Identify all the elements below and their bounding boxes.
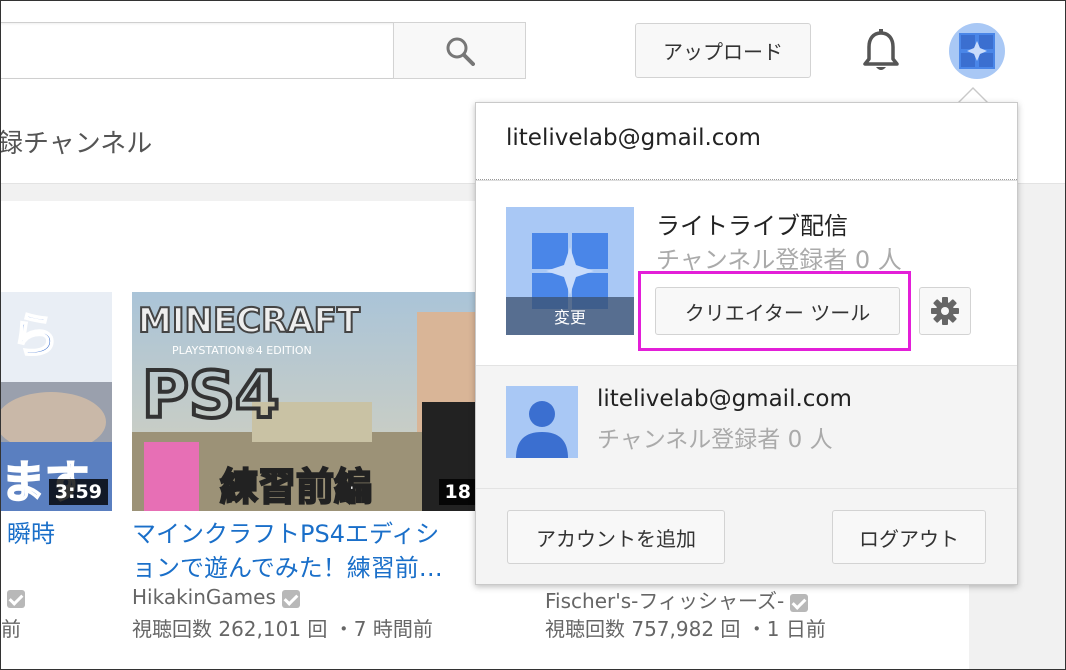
video-title[interactable]: 瞬時 xyxy=(7,517,55,551)
svg-text:PLAYSTATION®4 EDITION: PLAYSTATION®4 EDITION xyxy=(172,344,312,357)
secondary-account-email: litelivelab@gmail.com xyxy=(597,386,852,412)
channel-subscriber-count: チャンネル登録者 0 人 xyxy=(656,246,902,274)
highlight-box xyxy=(638,271,911,351)
search-icon xyxy=(446,37,475,66)
add-account-button[interactable]: アカウントを追加 xyxy=(507,510,725,564)
video-channel[interactable]: HikakinGames xyxy=(132,585,300,609)
dropdown-footer: アカウントを追加 ログアウト xyxy=(476,489,1017,584)
subscriptions-tab[interactable]: 録チャンネル xyxy=(1,123,152,160)
settings-button[interactable] xyxy=(919,287,971,335)
bell-icon[interactable] xyxy=(861,29,901,73)
video-channel[interactable] xyxy=(1,585,25,609)
thumbnail-text: 練習前編 xyxy=(220,465,372,509)
gear-icon xyxy=(931,297,959,325)
channel-name: HikakinGames xyxy=(132,585,276,609)
account-avatar-button[interactable] xyxy=(949,23,1005,79)
video-meta: 前 xyxy=(1,617,21,641)
verified-icon xyxy=(281,589,300,608)
channel-avatar[interactable]: 変更 xyxy=(506,207,634,335)
search-input[interactable] xyxy=(1,22,394,79)
channel-name: ライトライブ配信 xyxy=(656,212,848,240)
account-dropdown: litelivelab@gmail.com 変更 ライトライブ配信 チャンネル登… xyxy=(475,102,1018,585)
video-duration: 18 xyxy=(438,479,477,505)
secondary-account-avatar xyxy=(506,386,578,458)
channel-name: Fischer's-フィッシャーズ- xyxy=(545,589,785,613)
svg-text:MINECRAFT: MINECRAFT xyxy=(138,301,361,341)
logout-button[interactable]: ログアウト xyxy=(832,510,986,564)
channel-avatar-icon xyxy=(959,33,995,69)
upload-button[interactable]: アップロード xyxy=(635,23,811,78)
video-thumbnail[interactable]: MINECRAFT PLAYSTATION®4 EDITION PS4 練習前編… xyxy=(132,292,477,511)
video-meta: 視聴回数 757,982 回 ・1 日前 xyxy=(545,617,826,641)
video-channel[interactable]: Fischer's-フィッシャーズ- xyxy=(545,585,809,614)
secondary-account-subscribers: チャンネル登録者 0 人 xyxy=(597,427,833,453)
video-thumbnail[interactable]: ら ます 3:59 xyxy=(1,292,112,511)
video-meta: 視聴回数 262,101 回 ・7 時間前 xyxy=(132,617,433,641)
divider xyxy=(476,180,1017,181)
svg-text:PS4: PS4 xyxy=(142,359,280,433)
thumbnail-image: MINECRAFT PLAYSTATION®4 EDITION PS4 練習前編 xyxy=(132,292,477,511)
top-header: アップロード xyxy=(1,1,1065,102)
video-title-line: ョンで遊んでみた！練習前… xyxy=(132,554,443,582)
svg-text:ら: ら xyxy=(11,308,59,364)
account-email: litelivelab@gmail.com xyxy=(506,125,761,151)
video-title-line: マインクラフトPS4エディシ xyxy=(132,520,440,548)
scrollbar-track[interactable] xyxy=(1017,184,1065,669)
video-duration: 3:59 xyxy=(48,479,108,505)
verified-icon xyxy=(7,589,25,608)
secondary-account-item[interactable]: litelivelab@gmail.com チャンネル登録者 0 人 xyxy=(476,366,1017,488)
video-title[interactable]: マインクラフトPS4エディシ ョンで遊んでみた！練習前… xyxy=(132,517,443,585)
person-icon xyxy=(506,386,578,458)
search-button[interactable] xyxy=(393,22,526,79)
verified-icon xyxy=(790,593,809,612)
change-avatar-label[interactable]: 変更 xyxy=(506,297,634,335)
page-frame: アップロード 録チャンネル ら ます 3:59 瞬時 前 MINECRAFT P… xyxy=(0,0,1066,670)
